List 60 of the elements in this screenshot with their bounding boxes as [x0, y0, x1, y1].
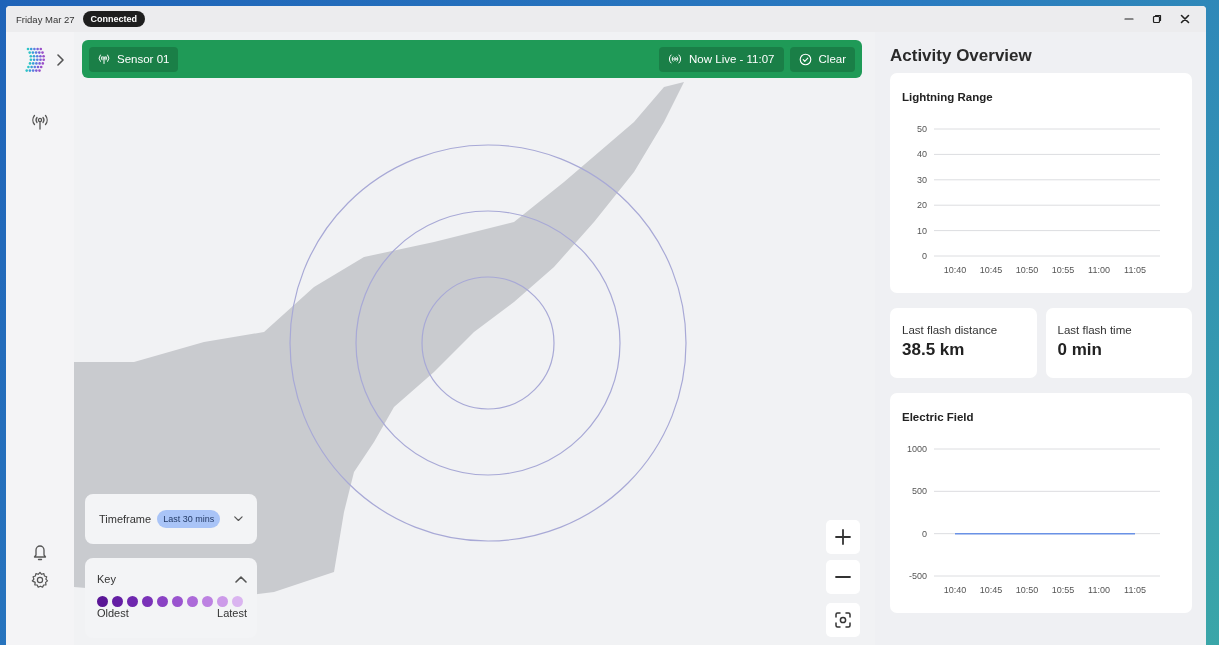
x-tick-label: 10:55 [1051, 265, 1075, 275]
chevron-right-icon [56, 54, 64, 66]
y-tick-label: 30 [917, 174, 927, 185]
minus-icon [835, 576, 851, 578]
sensor-nav-button[interactable] [31, 114, 49, 130]
timeframe-value-badge: Last 30 mins [157, 510, 221, 528]
settings-button[interactable] [31, 571, 49, 589]
x-tick-label: 10:45 [979, 265, 1003, 275]
live-status-button[interactable]: Now Live - 11:07 [659, 46, 784, 72]
stat-label: Last flash time [1057, 324, 1133, 336]
recenter-button[interactable] [826, 603, 860, 637]
zoom-in-button[interactable] [826, 520, 860, 554]
settings-icon [31, 571, 49, 589]
x-tick-label: 10:45 [979, 585, 1003, 595]
y-tick-label: 10 [917, 225, 927, 236]
y-tick-label: 500 [911, 486, 927, 497]
x-tick-label: 10:40 [943, 265, 967, 275]
x-tick-label: 11:05 [1124, 585, 1146, 595]
y-tick-label: 0 [922, 528, 927, 539]
y-tick-label: -500 [909, 571, 927, 581]
check-circle-icon [798, 52, 812, 66]
x-tick-label: 10:50 [1015, 585, 1039, 595]
logo-icon [22, 46, 48, 74]
legend-start-label: Oldest [97, 607, 129, 619]
x-tick-label: 11:00 [1088, 585, 1110, 595]
y-tick-label: 1000 [906, 444, 927, 454]
timeframe-selector[interactable]: Timeframe Last 30 mins [85, 494, 257, 544]
y-tick-label: 20 [917, 200, 927, 211]
x-tick-label: 10:50 [1015, 265, 1039, 275]
connection-status-badge: Connected [82, 11, 146, 27]
focus-icon [835, 612, 851, 628]
close-icon [1180, 14, 1190, 24]
notifications-button[interactable] [32, 543, 48, 561]
x-tick-label: 10:55 [1051, 585, 1075, 595]
y-tick-label: 0 [922, 251, 927, 261]
zoom-out-button[interactable] [826, 560, 860, 594]
bell-icon [32, 543, 48, 561]
close-button[interactable] [1178, 12, 1192, 26]
date-label: Friday Mar 27 [16, 13, 75, 25]
key-title: Key [97, 573, 116, 585]
x-tick-label: 11:05 [1124, 265, 1146, 275]
antenna-icon [98, 54, 110, 64]
legend-end-label: Latest [217, 607, 247, 619]
y-tick-label: 40 [917, 149, 927, 160]
expand-sidebar-button[interactable] [56, 54, 64, 66]
sensor-button[interactable]: Sensor 01 [89, 46, 179, 72]
broadcast-icon [668, 54, 683, 64]
restore-icon [1152, 14, 1162, 24]
x-tick-label: 11:00 [1088, 265, 1110, 275]
antenna-icon [31, 114, 49, 130]
plus-icon [835, 529, 851, 545]
x-tick-label: 10:40 [943, 585, 967, 595]
stat-label: Last flash distance [902, 324, 999, 336]
restore-button[interactable] [1150, 12, 1164, 26]
stat-value: 0 min [1057, 340, 1103, 360]
clear-button[interactable]: Clear [789, 46, 855, 72]
chart-title: Electric Field [902, 411, 974, 423]
stat-value: 38.5 km [902, 340, 966, 360]
chart-title: Lightning Range [902, 91, 993, 103]
y-tick-label: 50 [917, 124, 927, 134]
